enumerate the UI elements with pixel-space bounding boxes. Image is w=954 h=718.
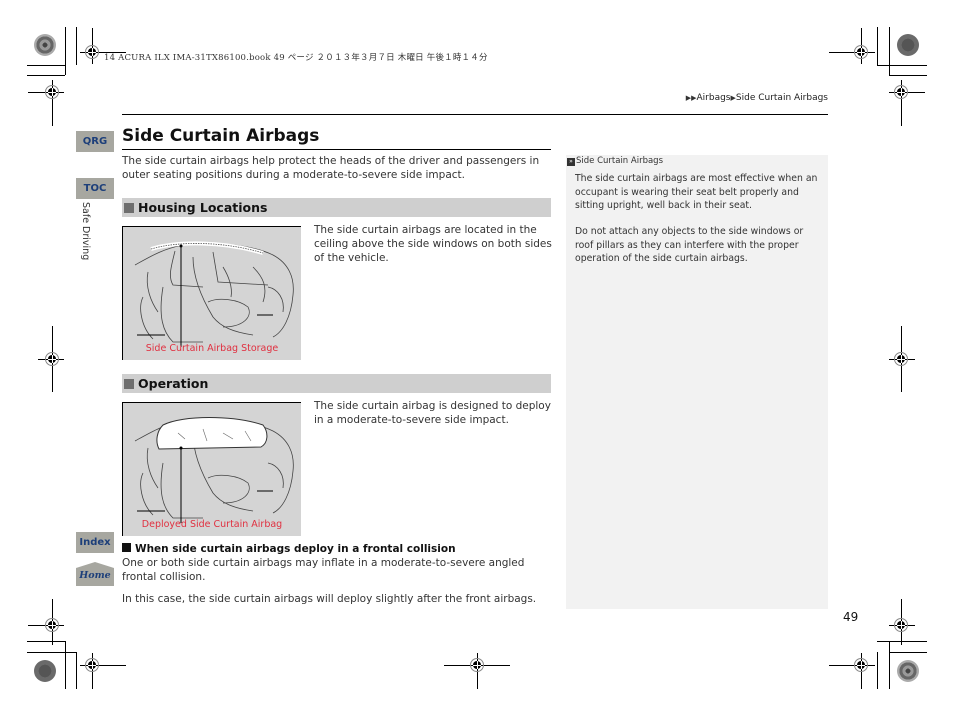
section-label: Safe Driving bbox=[80, 202, 91, 261]
crop-mark bbox=[27, 75, 65, 76]
note-paragraph: The side curtain airbags are most effect… bbox=[575, 173, 818, 211]
section-heading-text: Operation bbox=[138, 376, 209, 391]
square-bullet-icon bbox=[122, 543, 131, 552]
crop-mark bbox=[877, 65, 927, 66]
subsection-heading: When side curtain airbags deploy in a fr… bbox=[122, 543, 456, 555]
home-tab[interactable]: Home bbox=[76, 562, 114, 586]
print-header: 14 ACURA ILX IMA-31TX86100.book 49 ページ ２… bbox=[104, 53, 488, 63]
crop-mark bbox=[877, 652, 878, 689]
note-title[interactable]: » Side Curtain Airbags bbox=[567, 156, 663, 166]
crop-mark bbox=[877, 27, 878, 65]
note-title-text: Side Curtain Airbags bbox=[576, 156, 663, 166]
title-divider bbox=[122, 149, 551, 150]
figure-deployed-airbag: Deployed Side Curtain Airbag bbox=[122, 402, 301, 536]
toc-tab[interactable]: TOC bbox=[76, 178, 114, 199]
crop-mark bbox=[27, 65, 65, 66]
color-rosette-icon bbox=[897, 660, 919, 682]
figure-caption: Deployed Side Curtain Airbag bbox=[141, 519, 283, 530]
crop-mark bbox=[27, 652, 77, 653]
breadcrumb: ▶▶Airbags▶Side Curtain Airbags bbox=[686, 93, 828, 103]
color-rosette-icon bbox=[34, 34, 56, 56]
subsection-heading-text: When side curtain airbags deploy in a fr… bbox=[135, 543, 456, 555]
double-right-triangle-icon: ▶▶ bbox=[685, 94, 697, 102]
crop-mark bbox=[877, 641, 927, 642]
crop-mark bbox=[76, 652, 77, 689]
page-title: Side Curtain Airbags bbox=[122, 126, 320, 146]
section-heading-text: Housing Locations bbox=[138, 200, 268, 215]
car-interior-deployed-illustration bbox=[134, 417, 294, 523]
crop-mark bbox=[889, 652, 927, 653]
crop-mark bbox=[889, 641, 890, 689]
note-panel bbox=[566, 155, 828, 609]
crop-mark bbox=[65, 641, 66, 689]
note-marker-icon: » bbox=[567, 158, 575, 166]
intro-text: The side curtain airbags help protect th… bbox=[122, 155, 540, 181]
section-heading-housing: Housing Locations bbox=[122, 198, 551, 217]
crop-mark bbox=[889, 27, 890, 75]
square-bullet-icon bbox=[124, 203, 134, 213]
breadcrumb-item[interactable]: Side Curtain Airbags bbox=[736, 93, 828, 103]
home-label: Home bbox=[79, 570, 111, 581]
section-heading-operation: Operation bbox=[122, 374, 551, 393]
subsection-paragraph: One or both side curtain airbags may inf… bbox=[122, 557, 525, 583]
breadcrumb-item[interactable]: Airbags bbox=[697, 93, 731, 103]
subsection-paragraph: In this case, the side curtain airbags w… bbox=[122, 593, 537, 605]
housing-text: The side curtain airbags are located in … bbox=[314, 224, 552, 264]
crop-mark bbox=[76, 27, 77, 65]
operation-text: The side curtain airbag is designed to d… bbox=[314, 400, 551, 426]
square-bullet-icon bbox=[124, 379, 134, 389]
note-paragraph: Do not attach any objects to the side wi… bbox=[575, 226, 804, 264]
color-rosette-icon bbox=[897, 34, 919, 56]
color-rosette-icon bbox=[34, 660, 56, 682]
crop-mark bbox=[27, 641, 65, 642]
crop-mark bbox=[889, 75, 927, 76]
figure-caption: Side Curtain Airbag Storage bbox=[145, 343, 279, 354]
crop-mark bbox=[65, 27, 66, 75]
page-number: 49 bbox=[843, 610, 859, 624]
qrg-tab[interactable]: QRG bbox=[76, 131, 114, 152]
car-interior-illustration bbox=[134, 241, 294, 347]
header-divider bbox=[122, 114, 828, 115]
figure-airbag-storage: Side Curtain Airbag Storage bbox=[122, 226, 301, 360]
index-tab[interactable]: Index bbox=[76, 532, 114, 553]
